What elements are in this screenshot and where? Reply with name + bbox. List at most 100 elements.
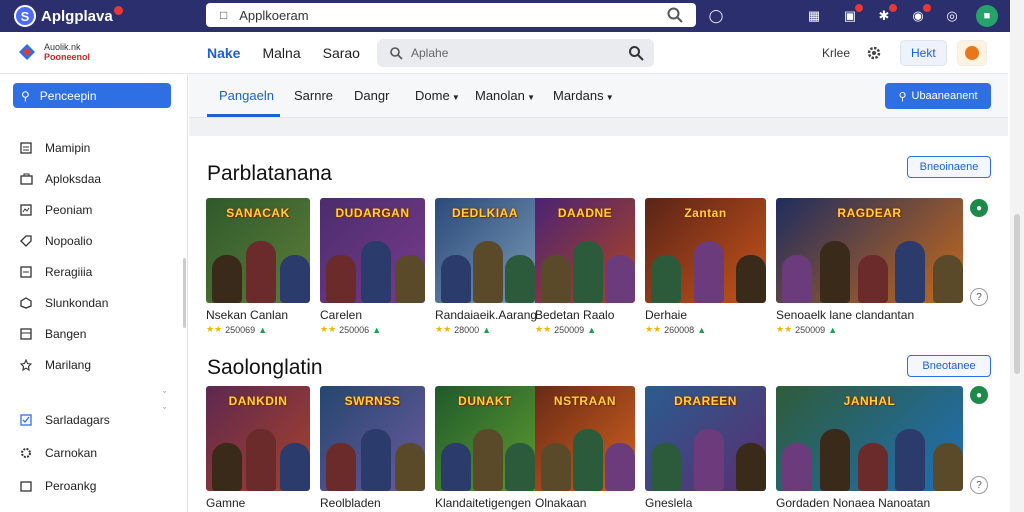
character-figure [857,255,888,303]
help-icon[interactable]: ? [970,476,988,494]
site-logo[interactable]: Auolik.nk Pooneenol [16,42,90,62]
app-card-name[interactable]: Gordaden Nonaea Nanoatan [776,496,963,510]
tab-3[interactable]: Dangr [354,88,389,103]
sidebar-item-6[interactable]: Slunkondan [19,296,108,310]
thumbnail-title: DAADNE [557,206,613,220]
search-submit-icon[interactable] [628,45,644,61]
app-card[interactable]: Zantan Derhaie ★★ 260008 ▲ [645,198,766,335]
book-icon[interactable]: ▦ [804,6,824,26]
next-arrow-icon[interactable]: ● [970,199,988,217]
puzzle-icon[interactable]: ✱ [874,4,897,26]
sidebar-item-8[interactable]: Marilang [19,358,91,372]
sidebar-item-9[interactable]: Sarladagars [19,413,110,427]
sidebar-search-button[interactable]: ⚲ Penceepin [13,83,171,108]
character-figure [395,443,425,491]
tab-6[interactable]: Mardans ▼ [553,88,614,103]
bookmark-icon[interactable]: ▣ [840,4,863,26]
sidebar-item-10[interactable]: Carnokan [19,446,97,460]
section-see-all-button[interactable]: Bneoinaene [907,156,991,178]
app-thumbnail[interactable]: DUDARGAN [320,198,425,303]
sidebar-item-1[interactable]: Mamipin [19,141,90,155]
tab-5[interactable]: Manolan ▼ [475,88,535,103]
url-bar[interactable]: □ Applkoeram [206,3,696,27]
app-thumbnail[interactable]: Zantan [645,198,766,303]
app-card[interactable]: DEDLKIAA Randaiaeik.Aarang ★★ 28000 ▲ [435,198,537,335]
nav-link-2[interactable]: Malna [262,45,300,61]
cart-icon [19,479,33,493]
sidebar-item-7[interactable]: Bangen [19,327,86,341]
tab-4[interactable]: Dome ▼ [415,88,460,103]
app-card[interactable]: SWRNSS Reolbladen [320,386,425,510]
app-thumbnail[interactable]: NSTRAAN [535,386,635,491]
app-card[interactable]: DRAREEN Gneslela [645,386,766,510]
app-card-name[interactable]: Gamne [206,496,310,510]
app-thumbnail[interactable]: SANACAK [206,198,310,303]
app-card-name[interactable]: Randaiaeik.Aarang [435,308,537,322]
sidebar-item-label: Bangen [45,327,87,341]
tab-6-label: Mardans [553,88,604,103]
app-thumbnail[interactable]: DEDLKIAA [435,198,535,303]
header-button[interactable]: Hekt [900,40,947,66]
tab-2[interactable]: Sarnre [294,88,333,103]
app-card-name[interactable]: Nsekan Canlan [206,308,310,322]
app-card[interactable]: RAGDEAR Senoaelk lane clandantan ★★ 250009 ▲ [776,198,963,335]
chevron-down-icon[interactable]: ˇ [163,406,166,416]
sidebar-item-4[interactable]: Nopoalio [19,234,92,248]
next-arrow-icon[interactable]: ● [970,386,988,404]
app-card-name[interactable]: Senoaelk lane clandantan [776,308,963,322]
app-card[interactable]: JANHAL Gordaden Nonaea Nanoatan [776,386,963,510]
sidebar-item-11[interactable]: Peroankg [19,479,96,493]
app-brand[interactable]: S Aplgplava [14,5,204,27]
app-thumbnail[interactable]: DAADNE [535,198,635,303]
app-card-name[interactable]: Gneslela [645,496,766,510]
character-figure [505,443,535,491]
header-label[interactable]: Krlee [822,46,850,60]
app-card-name[interactable]: Carelen [320,308,425,322]
search-icon[interactable] [666,6,684,24]
chat-icon[interactable]: ◉ [908,4,931,26]
app-card[interactable]: NSTRAAN Olnakaan [535,386,635,510]
checkbox-icon [19,413,33,427]
character-figure [736,255,766,303]
character-figure [819,241,850,303]
tabs-action-label: Ubaaneanent [911,90,978,102]
app-thumbnail[interactable]: RAGDEAR [776,198,963,303]
globe-icon[interactable]: ◎ [942,6,962,26]
app-card[interactable]: SANACAK Nsekan Canlan ★★ 250069 ▲ [206,198,310,335]
scrollbar-thumb[interactable] [1014,214,1020,374]
app-card[interactable]: DUNAKT Klandaitetigengen [435,386,535,510]
tab-1[interactable]: Pangaeln [219,88,274,103]
site-search-input[interactable]: Aplahe [377,39,654,67]
shield-icon[interactable]: ◯ [706,6,726,26]
app-card-name[interactable]: Klandaitetigengen [435,496,535,510]
character-figure [933,255,963,303]
app-card[interactable]: DUDARGAN Carelen ★★ 250006 ▲ [320,198,425,335]
profile-icon[interactable]: ■ [976,5,998,27]
app-card[interactable]: DAADNE Bedetan Raalo ★★ 250009 ▲ [535,198,635,335]
sidebar-item-2[interactable]: Aploksdaa [19,172,101,186]
app-card-name[interactable]: Reolbladen [320,496,425,510]
app-thumbnail[interactable]: DUNAKT [435,386,535,491]
app-card[interactable]: DANKDIN Gamne [206,386,310,510]
app-thumbnail[interactable]: DRAREEN [645,386,766,491]
rating-stars-icon: ★★ [645,324,662,334]
app-card-name[interactable]: Bedetan Raalo [535,308,635,322]
app-thumbnail[interactable]: JANHAL [776,386,963,491]
section-see-all-button[interactable]: Bneotanee [907,355,991,377]
nav-link-3[interactable]: Sarao [323,45,360,61]
app-thumbnail[interactable]: DANKDIN [206,386,310,491]
app-card-name[interactable]: Olnakaan [535,496,635,510]
app-card-name[interactable]: Derhaie [645,308,766,322]
gear-icon[interactable] [866,45,882,61]
sidebar-item-5[interactable]: Reragiiia [19,265,92,279]
nav-link-home[interactable]: Nake [207,45,240,61]
app-thumbnail[interactable]: SWRNSS [320,386,425,491]
tabs-action-button[interactable]: ⚲ Ubaaneanent [885,83,991,109]
sidebar-item-3[interactable]: Peoniam [19,203,92,217]
avatar[interactable] [956,40,987,66]
sidebar-scrollbar[interactable] [183,258,186,328]
tag-icon [19,234,33,248]
page-scrollbar[interactable] [1010,0,1024,512]
chevron-up-icon[interactable]: ˇ [163,390,166,400]
help-icon[interactable]: ? [970,288,988,306]
